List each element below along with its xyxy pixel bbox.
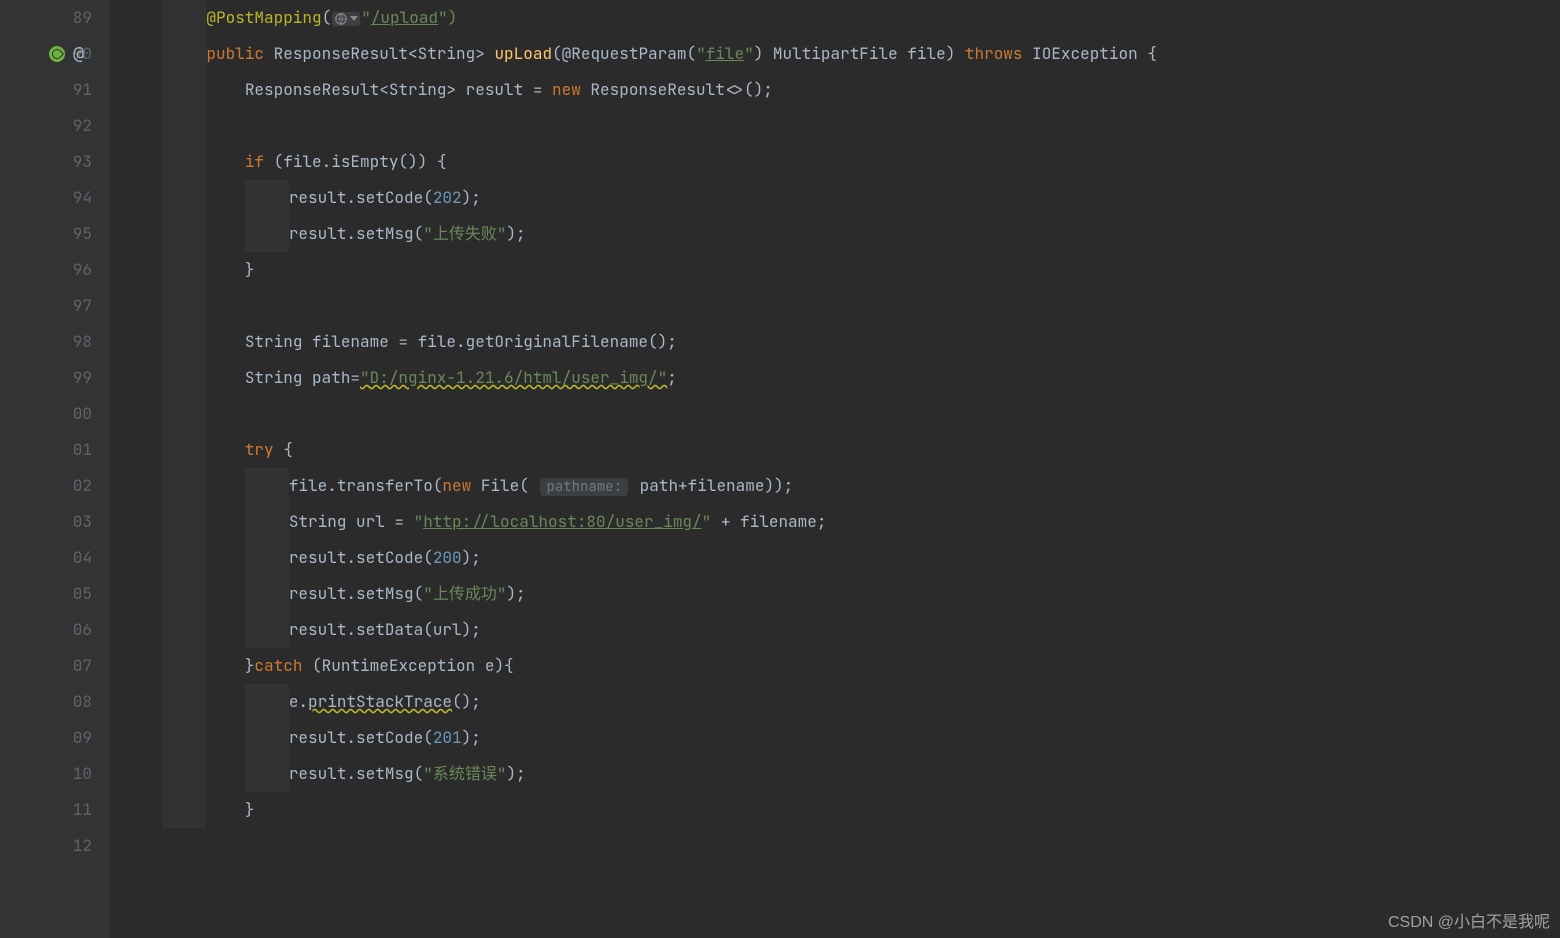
code-line[interactable]: result.setCode(201); — [110, 720, 1560, 756]
line-number: @ 90 — [0, 36, 92, 72]
line-number: 95 — [0, 216, 92, 252]
code-line[interactable]: try { — [110, 432, 1560, 468]
code-line[interactable]: result.setCode(200); — [110, 540, 1560, 576]
code-line[interactable]: result.setMsg("系统错误"); — [110, 756, 1560, 792]
code-line[interactable]: }catch (RuntimeException e){ — [110, 648, 1560, 684]
line-number: 93 — [0, 144, 92, 180]
http-icon[interactable]: @ — [73, 36, 84, 72]
line-number: 00 — [0, 396, 92, 432]
line-number: 02 — [0, 468, 92, 504]
code-content[interactable]: @PostMapping("/upload") public ResponseR… — [110, 0, 1560, 938]
line-number: 92 — [0, 108, 92, 144]
line-number: 97 — [0, 288, 92, 324]
globe-icon[interactable] — [332, 12, 360, 26]
code-line[interactable]: String path="D:/nginx-1.21.6/html/user_i… — [110, 360, 1560, 396]
line-number-gutter: 89 @ 90 91 92 93 94 95 96 97 98 99 00 01… — [0, 0, 110, 938]
chevron-down-icon — [350, 16, 358, 21]
code-line[interactable]: } — [110, 252, 1560, 288]
line-number: 09 — [0, 720, 92, 756]
code-line[interactable]: e.printStackTrace(); — [110, 684, 1560, 720]
code-line[interactable]: String url = "http://localhost:80/user_i… — [110, 504, 1560, 540]
code-line[interactable]: String filename = file.getOriginalFilena… — [110, 324, 1560, 360]
code-line[interactable]: } — [110, 792, 1560, 828]
code-line[interactable]: result.setMsg("上传失败"); — [110, 216, 1560, 252]
code-editor[interactable]: 89 @ 90 91 92 93 94 95 96 97 98 99 00 01… — [0, 0, 1560, 938]
line-number: 03 — [0, 504, 92, 540]
line-number: 06 — [0, 612, 92, 648]
code-line[interactable] — [110, 108, 1560, 144]
code-line[interactable]: result.setCode(202); — [110, 180, 1560, 216]
code-line[interactable] — [110, 288, 1560, 324]
line-number: 96 — [0, 252, 92, 288]
code-line[interactable]: if (file.isEmpty()) { — [110, 144, 1560, 180]
code-line[interactable]: public ResponseResult<String> upLoad(@Re… — [110, 36, 1560, 72]
line-number: 08 — [0, 684, 92, 720]
line-number: 99 — [0, 360, 92, 396]
line-number: 07 — [0, 648, 92, 684]
line-number: 89 — [0, 0, 92, 36]
code-line[interactable] — [110, 396, 1560, 432]
code-line[interactable]: file.transferTo(new File( pathname: path… — [110, 468, 1560, 504]
code-line[interactable]: result.setData(url); — [110, 612, 1560, 648]
line-number: 04 — [0, 540, 92, 576]
gutter-icons[interactable]: @ — [49, 36, 84, 72]
line-number: 05 — [0, 576, 92, 612]
line-number: 01 — [0, 432, 92, 468]
code-line[interactable]: result.setMsg("上传成功"); — [110, 576, 1560, 612]
line-number: 91 — [0, 72, 92, 108]
line-number: 94 — [0, 180, 92, 216]
watermark: CSDN @小白不是我呢 — [1388, 908, 1550, 932]
line-number: 98 — [0, 324, 92, 360]
code-line[interactable] — [110, 828, 1560, 864]
line-number: 11 — [0, 792, 92, 828]
parameter-hint: pathname: — [540, 478, 628, 496]
code-line[interactable]: ResponseResult<String> result = new Resp… — [110, 72, 1560, 108]
code-line[interactable]: @PostMapping("/upload") — [110, 0, 1560, 36]
line-number: 10 — [0, 756, 92, 792]
spring-icon[interactable] — [49, 46, 65, 62]
line-number: 12 — [0, 828, 92, 864]
